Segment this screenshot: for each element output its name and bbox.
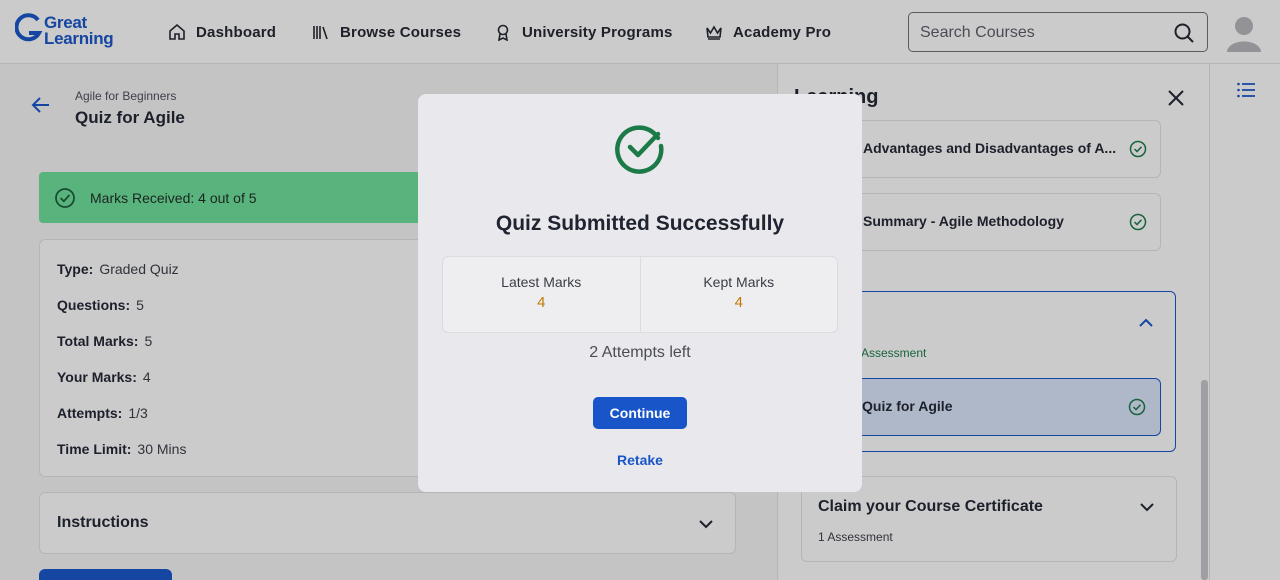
attempts-left-text: 2 Attempts left <box>589 344 691 361</box>
continue-button[interactable]: Continue <box>593 397 687 429</box>
kept-marks-cell: Kept Marks 4 <box>639 257 838 332</box>
retake-link[interactable]: Retake <box>418 452 862 468</box>
marks-summary: Latest Marks 4 Kept Marks 4 <box>442 256 838 333</box>
latest-marks-label: Latest Marks <box>501 274 582 290</box>
kept-marks-label: Kept Marks <box>703 274 775 290</box>
quiz-submitted-dialog: Quiz Submitted Successfully Latest Marks… <box>418 94 862 492</box>
dialog-title: Quiz Submitted Successfully <box>495 212 785 235</box>
latest-marks-cell: Latest Marks 4 <box>443 257 640 332</box>
success-check-icon <box>615 125 664 174</box>
kept-marks-value: 4 <box>734 294 743 311</box>
latest-marks-value: 4 <box>537 294 546 311</box>
